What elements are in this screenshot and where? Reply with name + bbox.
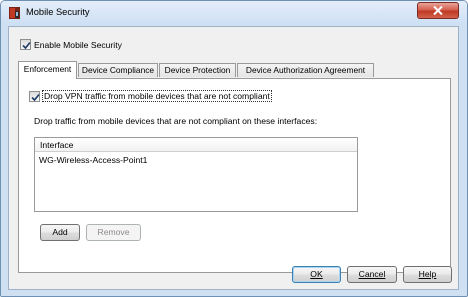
tab-device-authorization-agreement[interactable]: Device Authorization Agreement: [237, 63, 374, 77]
enable-mobile-security-label[interactable]: Enable Mobile Security: [34, 40, 122, 50]
enable-mobile-security-checkbox[interactable]: [20, 39, 31, 50]
title-bar[interactable]: Mobile Security: [1, 1, 467, 25]
ok-button[interactable]: OK: [292, 266, 341, 283]
dialog-body: Enable Mobile Security Enforcement Devic…: [8, 26, 459, 290]
mobile-security-dialog: Mobile Security Enable Mobile Security E…: [0, 0, 468, 297]
window-title: Mobile Security: [26, 7, 90, 17]
drop-vpn-checkbox[interactable]: [29, 91, 40, 102]
close-button[interactable]: [417, 2, 459, 19]
check-icon: [22, 41, 31, 50]
tab-device-protection[interactable]: Device Protection: [159, 63, 236, 77]
remove-button[interactable]: Remove: [86, 224, 141, 241]
drop-vpn-label[interactable]: Drop VPN traffic from mobile devices tha…: [42, 90, 272, 102]
help-label: Help: [418, 269, 437, 279]
table-row[interactable]: WG-Wireless-Access-Point1: [35, 153, 357, 167]
interface-cell: WG-Wireless-Access-Point1: [39, 155, 148, 165]
column-header-interface[interactable]: Interface: [40, 140, 73, 150]
interfaces-table[interactable]: Interface WG-Wireless-Access-Point1: [34, 137, 358, 212]
help-button[interactable]: Help: [403, 266, 452, 283]
cancel-button[interactable]: Cancel: [347, 266, 397, 283]
close-icon: [433, 6, 443, 15]
table-header[interactable]: Interface: [35, 138, 357, 152]
add-button[interactable]: Add: [40, 224, 80, 241]
tab-device-compliance[interactable]: Device Compliance: [78, 63, 158, 77]
app-icon: [9, 7, 20, 19]
check-icon: [31, 93, 40, 102]
cancel-label: Cancel: [358, 269, 386, 279]
ok-label: OK: [310, 269, 323, 279]
tab-strip: Enforcement Device Compliance Device Pro…: [18, 61, 458, 79]
interfaces-caption: Drop traffic from mobile devices that ar…: [34, 116, 318, 126]
tab-enforcement[interactable]: Enforcement: [18, 61, 77, 79]
